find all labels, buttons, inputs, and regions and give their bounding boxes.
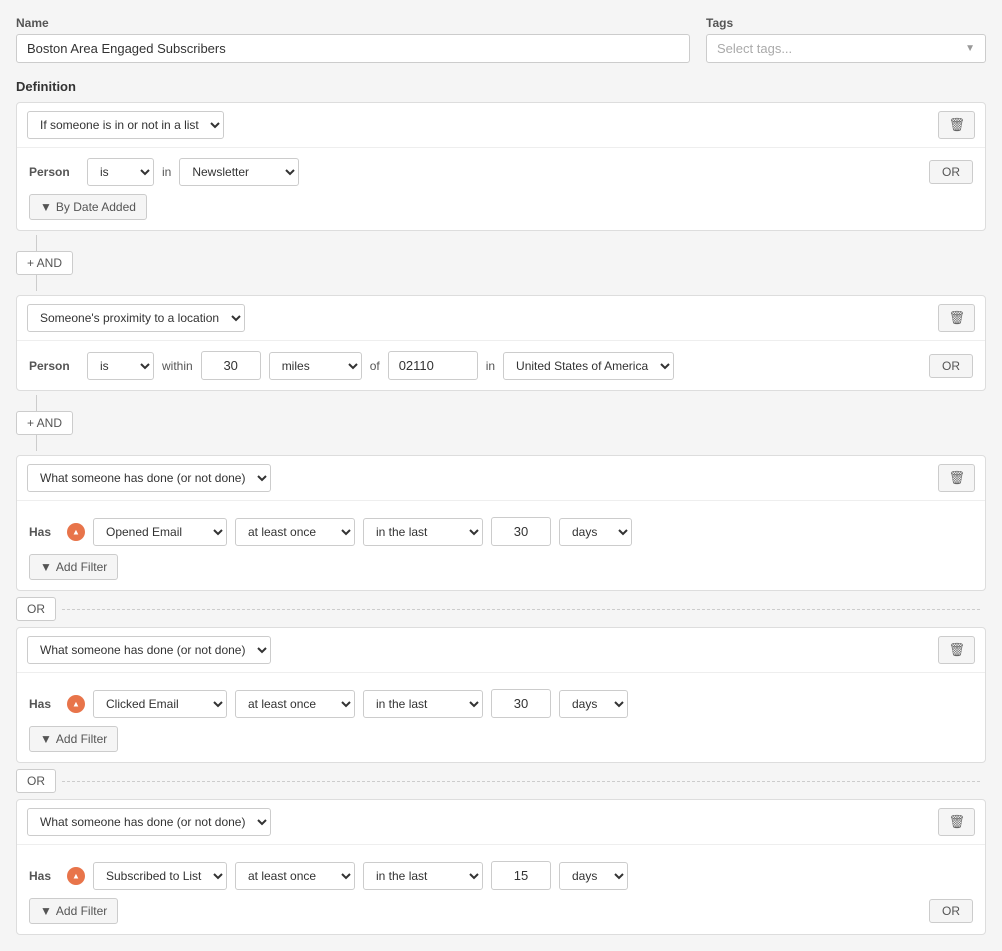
or-button-5[interactable]: OR [929,899,973,923]
condition-type-select-5[interactable]: What someone has done (or not done) [27,808,271,836]
or-line-3 [62,609,980,610]
condition-block-4: What someone has done (or not done) 🗑 Ha… [16,627,986,763]
count-input-4[interactable] [491,689,551,718]
event-icon-3 [67,523,85,541]
condition-body-1: Person is is not in Newsletter OR ▼ By D… [17,148,985,230]
condition-header-3: What someone has done (or not done) 🗑 [17,456,985,501]
condition-row-1: Person is is not in Newsletter OR [29,158,973,186]
has-row-4: Has Opened Email Clicked Email Subscribe… [29,683,973,718]
count-input-5[interactable] [491,861,551,890]
filter-icon: ▼ [40,200,52,214]
country-select[interactable]: United States of America [503,352,674,380]
and-button-2[interactable]: + AND [16,411,73,435]
vertical-line-2 [36,395,37,411]
freq-select-3[interactable]: at least once zero times [235,518,355,546]
add-filter-button-5[interactable]: ▼ Add Filter [29,898,118,924]
condition-body-3: Has Opened Email Clicked Email Subscribe… [17,501,985,590]
person-label-2: Person [29,359,79,373]
condition-block-1: If someone is in or not in a list 🗑 Pers… [16,102,986,231]
tags-chevron-icon: ▼ [965,43,975,54]
tags-label: Tags [706,16,986,30]
of-label-2: of [370,359,380,373]
and-connector-2: + AND [16,395,986,451]
in-label-1: in [162,165,171,179]
list-select-1[interactable]: Newsletter [179,158,299,186]
condition-block-2: Someone's proximity to a location 🗑 Pers… [16,295,986,391]
condition-header-4: What someone has done (or not done) 🗑 [17,628,985,673]
condition-header-1: If someone is in or not in a list 🗑 [17,103,985,148]
distance-input[interactable] [201,351,261,380]
condition-body-5: Has Opened Email Clicked Email Subscribe… [17,845,985,934]
or-badge-3[interactable]: OR [16,597,56,621]
name-label: Name [16,16,690,30]
time-select-5[interactable]: in the last before [363,862,483,890]
name-field-group: Name [16,16,690,63]
condition-type-select-1[interactable]: If someone is in or not in a list [27,111,224,139]
condition-type-select-2[interactable]: Someone's proximity to a location [27,304,245,332]
delete-button-3[interactable]: 🗑 [938,464,975,492]
vertical-line-1 [36,235,37,251]
has-row-5: Has Opened Email Clicked Email Subscribe… [29,855,973,890]
event-select-5[interactable]: Opened Email Clicked Email Subscribed to… [93,862,227,890]
in-label-2: in [486,359,495,373]
filter-icon-3: ▼ [40,560,52,574]
or-row-3: OR [16,597,986,621]
condition-header-2: Someone's proximity to a location 🗑 [17,296,985,341]
and-button-1[interactable]: + AND [16,251,73,275]
freq-select-4[interactable]: at least once zero times [235,690,355,718]
top-row: Name Tags Select tags... ▼ [16,16,986,63]
has-label-3: Has [29,525,59,539]
event-select-3[interactable]: Opened Email Clicked Email Subscribed to… [93,518,227,546]
has-label-5: Has [29,869,59,883]
condition-body-2: Person is is not within miles kilometers… [17,341,985,390]
by-date-button[interactable]: ▼ By Date Added [29,194,147,220]
delete-button-4[interactable]: 🗑 [938,636,975,664]
or-badge-4[interactable]: OR [16,769,56,793]
filter-icon-5: ▼ [40,904,52,918]
definition-label: Definition [16,79,986,94]
has-label-4: Has [29,697,59,711]
person-label-1: Person [29,165,79,179]
add-filter-button-3[interactable]: ▼ Add Filter [29,554,118,580]
filter-icon-4: ▼ [40,732,52,746]
unit-select-4[interactable]: days hours [559,690,628,718]
condition-block-3: What someone has done (or not done) 🗑 Ha… [16,455,986,591]
vertical-line-2b [36,435,37,451]
tags-select[interactable]: Select tags... ▼ [706,34,986,63]
delete-button-1[interactable]: 🗑 [938,111,975,139]
condition-header-5: What someone has done (or not done) 🗑 [17,800,985,845]
has-row-3: Has Opened Email Clicked Email Subscribe… [29,511,973,546]
delete-button-5[interactable]: 🗑 [938,808,975,836]
condition-block-5: What someone has done (or not done) 🗑 Ha… [16,799,986,935]
or-row-4: OR [16,769,986,793]
or-button-1[interactable]: OR [929,160,973,184]
condition-type-select-3[interactable]: What someone has done (or not done) [27,464,271,492]
tags-field-group: Tags Select tags... ▼ [706,16,986,63]
freq-select-5[interactable]: at least once zero times [235,862,355,890]
event-icon-5 [67,867,85,885]
event-select-4[interactable]: Opened Email Clicked Email Subscribed to… [93,690,227,718]
zip-input[interactable] [388,351,478,380]
or-button-2[interactable]: OR [929,354,973,378]
within-label-2: within [162,359,193,373]
time-select-4[interactable]: in the last before [363,690,483,718]
is-select-2[interactable]: is is not [87,352,154,380]
add-filter-button-4[interactable]: ▼ Add Filter [29,726,118,752]
is-select-1[interactable]: is is not [87,158,154,186]
delete-button-2[interactable]: 🗑 [938,304,975,332]
tags-placeholder: Select tags... [717,41,792,56]
name-input[interactable] [16,34,690,63]
condition-type-select-4[interactable]: What someone has done (or not done) [27,636,271,664]
condition-row-2: Person is is not within miles kilometers… [29,351,973,380]
time-select-3[interactable]: in the last before after [363,518,483,546]
unit-select-5[interactable]: days hours [559,862,628,890]
and-connector-1: + AND [16,235,986,291]
count-input-3[interactable] [491,517,551,546]
or-line-4 [62,781,980,782]
unit-select-3[interactable]: days hours weeks [559,518,632,546]
vertical-line-1b [36,275,37,291]
event-icon-4 [67,695,85,713]
unit-select-2[interactable]: miles kilometers [269,352,362,380]
